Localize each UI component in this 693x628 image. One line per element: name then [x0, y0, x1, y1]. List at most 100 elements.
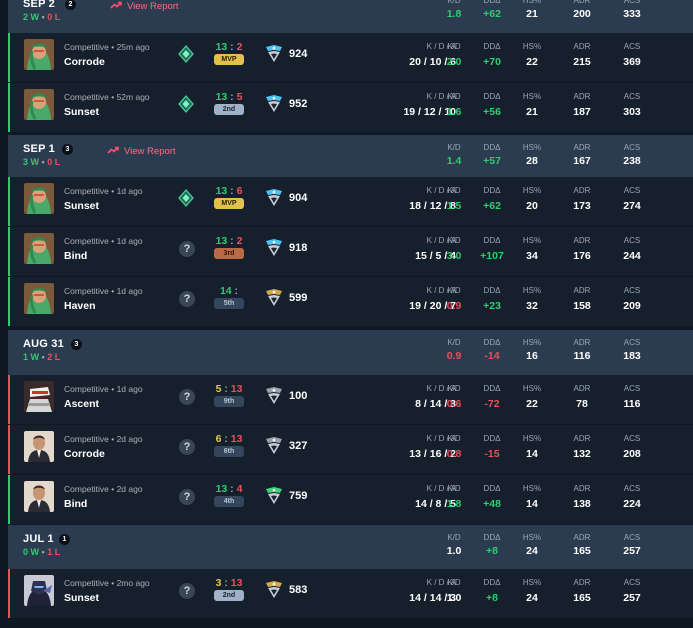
- stat-value: +8: [486, 592, 498, 604]
- stat-header: DDΔ: [483, 42, 501, 51]
- stat-value: +107: [480, 250, 504, 262]
- stat-header: DDΔ: [483, 384, 501, 393]
- stat-value: 14: [526, 448, 538, 460]
- rank-rating: 100: [289, 390, 308, 402]
- day-wins-suffix: W: [30, 352, 40, 362]
- stat-value: 369: [623, 56, 641, 68]
- score-team: 13: [215, 91, 228, 103]
- rr-rank-icon: [264, 386, 284, 406]
- trend-icon: [110, 1, 122, 12]
- day-header: AUG 31 3 1 W • 2 L K/D 0.9 DDΔ -14 HS% 16 ADR 116 A…: [8, 330, 693, 375]
- stat-header: ADR: [573, 186, 591, 195]
- agent-portrait: [24, 183, 54, 214]
- agent-portrait: [24, 575, 54, 606]
- day-date: SEP 2: [23, 0, 55, 10]
- match-mode-time: Competitive • 1d ago: [64, 186, 143, 196]
- day-stat-acs: ACS 183: [610, 338, 654, 362]
- day-date: SEP 1: [23, 143, 55, 155]
- stat-value: 274: [623, 200, 641, 212]
- stat-value: 165: [573, 592, 591, 604]
- stat-header: ADR: [573, 92, 591, 101]
- placement-badge: 9th: [214, 396, 244, 407]
- match-row[interactable]: Competitive • 1d ago Ascent? 5 : 13 9th 100 K…: [8, 375, 693, 425]
- stat-header: ADR: [573, 434, 591, 443]
- score-separator: :: [221, 577, 231, 589]
- stat-header: HS%: [522, 143, 542, 152]
- stat-value: 138: [573, 498, 591, 510]
- placement-badge: 5th: [214, 298, 244, 309]
- result-indicator: [8, 475, 10, 524]
- map-name: Haven: [64, 300, 96, 312]
- stat-value: 200: [573, 8, 591, 20]
- match-stat-hs: HS% 14: [510, 484, 554, 510]
- stat-header: DDΔ: [483, 143, 501, 152]
- view-report-link[interactable]: View Report: [107, 146, 176, 157]
- stat-value: 16: [526, 350, 538, 362]
- stat-header: ACS: [623, 42, 641, 51]
- rr-rank-icon: [264, 44, 284, 64]
- stat-header: ACS: [623, 92, 641, 101]
- match-score: 3 : 13: [213, 577, 245, 589]
- day-wins: 3: [23, 157, 29, 167]
- match-stat-hs: HS% 20: [510, 186, 554, 212]
- match-row[interactable]: Competitive • 2d ago Bind? 13 : 4 4th 759 K /…: [8, 475, 693, 525]
- stat-value: 14: [526, 498, 538, 510]
- stat-header: ACS: [623, 434, 641, 443]
- stat-value: 24: [526, 545, 538, 557]
- match-stat-acs: ACS 303: [610, 92, 654, 118]
- match-stat-dda: DDΔ +107: [470, 236, 514, 262]
- stat-header: HS%: [522, 484, 542, 493]
- rank-icon: [177, 45, 195, 63]
- stat-header: ACS: [623, 0, 641, 5]
- match-stat-acs: ACS 116: [610, 384, 654, 410]
- stat-header: HS%: [522, 186, 542, 195]
- match-row[interactable]: Competitive • 2d ago Corrode? 6 : 13 6th 327…: [8, 425, 693, 475]
- stat-header: ACS: [623, 533, 641, 542]
- stat-header: DDΔ: [483, 186, 501, 195]
- result-indicator: [8, 277, 10, 326]
- trend-icon: [107, 146, 119, 157]
- map-name: Sunset: [64, 592, 100, 604]
- stat-value: 24: [526, 592, 538, 604]
- match-stat-adr: ADR 78: [560, 384, 604, 410]
- map-name: Bind: [64, 498, 88, 510]
- match-score: 13 : 4: [213, 483, 245, 495]
- view-report-link[interactable]: View Report: [110, 1, 179, 12]
- stat-header: ADR: [573, 578, 591, 587]
- day-header: JUL 110 W • 1 L K/D 1.0 DDΔ +8 HS% 24 ADR 165 ACS…: [8, 525, 693, 569]
- unknown-rank-icon: ?: [179, 389, 195, 405]
- day-stat-acs: ACS 238: [610, 143, 654, 167]
- match-row[interactable]: Competitive • 25m ago Corrode 13 : 2 MVP 924…: [8, 33, 693, 83]
- day-losses: 1: [47, 547, 53, 557]
- match-row[interactable]: Competitive • 2mo ago Sunset? 3 : 13 2nd 583…: [8, 569, 693, 619]
- day-wins: 0: [23, 547, 29, 557]
- match-stat-hs: HS% 24: [510, 578, 554, 604]
- stat-header: ADR: [573, 533, 591, 542]
- rank-rating: 759: [289, 490, 308, 502]
- unknown-rank-icon: ?: [179, 241, 195, 257]
- stat-header: DDΔ: [483, 578, 501, 587]
- match-row[interactable]: Competitive • 1d agoHaven?14 : 125th599K…: [8, 277, 693, 327]
- score-enemy: 4: [236, 483, 243, 495]
- stat-header: DDΔ: [483, 484, 501, 493]
- stat-header: ADR: [573, 236, 591, 245]
- match-mode-time: Competitive • 25m ago: [64, 42, 150, 52]
- match-stat-adr: ADR 158: [560, 286, 604, 312]
- match-row[interactable]: Competitive • 1d ago Sunset 13 : 6 MVP 904 K …: [8, 177, 693, 227]
- match-row[interactable]: Competitive • 52m ago Sunset 13 : 5 2nd 952 K…: [8, 83, 693, 133]
- score-separator: :: [231, 285, 239, 297]
- stat-value: 34: [526, 250, 538, 262]
- stat-value: 132: [573, 448, 591, 460]
- match-stat-adr: ADR 215: [560, 42, 604, 68]
- rank-rating: 924: [289, 48, 308, 60]
- rr-rank-icon: [264, 188, 284, 208]
- day-match-count: 3: [71, 339, 82, 350]
- stat-header: ADR: [573, 42, 591, 51]
- day-stat-acs: ACS 333: [610, 0, 654, 20]
- stat-header: ACS: [623, 143, 641, 152]
- stat-header: DDΔ: [483, 434, 501, 443]
- match-row[interactable]: Competitive • 1d ago Bind? 13 : 2 3rd 918 K /…: [8, 227, 693, 277]
- rank-rating: 327: [289, 440, 308, 452]
- match-mode-time: Competitive • 52m ago: [64, 92, 150, 102]
- result-indicator: [8, 33, 10, 82]
